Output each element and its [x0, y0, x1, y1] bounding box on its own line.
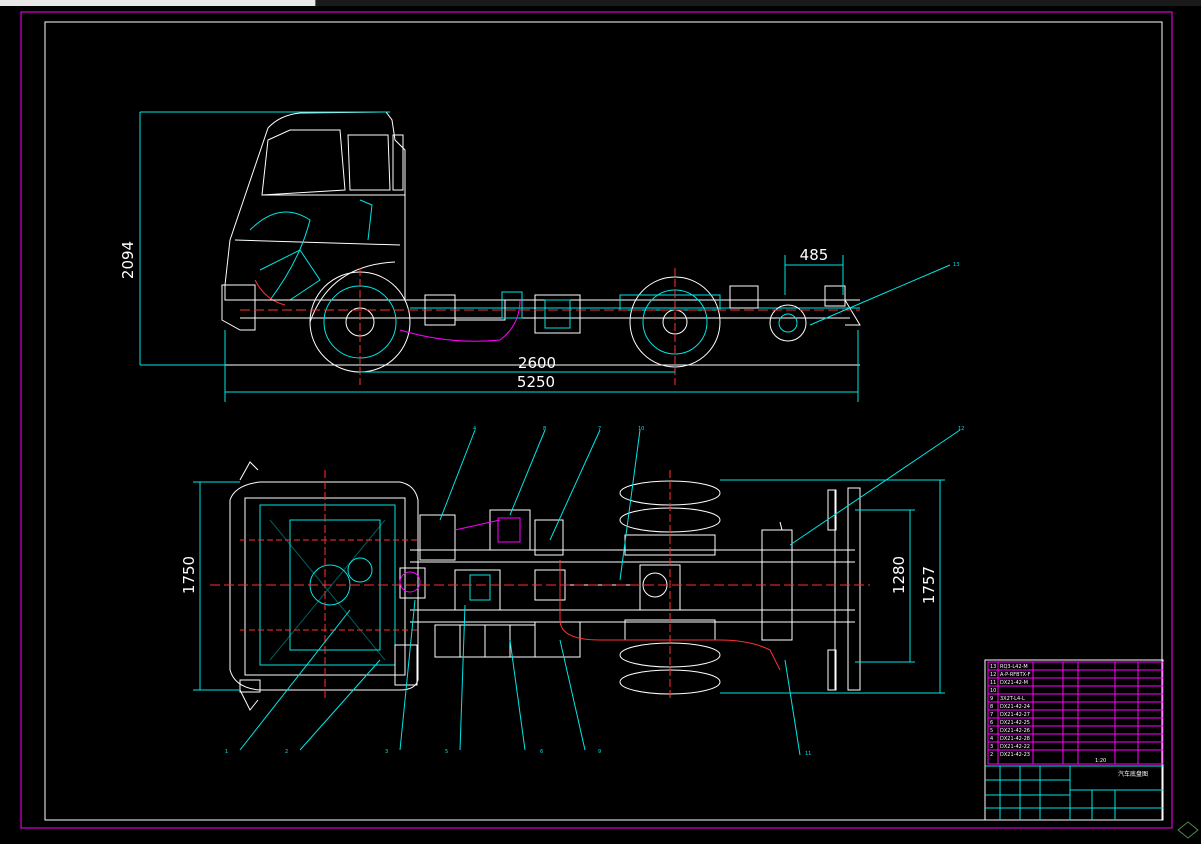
tb-row-code: DX21-42-24	[1000, 704, 1030, 710]
callout-8: 8	[543, 426, 546, 432]
dim-front-track: 1750	[180, 556, 198, 594]
drawing-scale: 1:20	[1095, 758, 1106, 764]
tb-row-code: DX21-42-M	[1000, 680, 1028, 686]
callout-6: 6	[540, 749, 543, 755]
tb-row-no: 4	[990, 736, 993, 742]
compass-icon	[1177, 821, 1199, 839]
drawing-frame	[44, 21, 1163, 821]
callout-10: 10	[638, 426, 644, 432]
tb-row-code: DX21-42-27	[1000, 712, 1030, 718]
dim-cab-height: 2094	[119, 241, 137, 279]
tb-row-no: 7	[990, 712, 993, 718]
tb-row-code: DX21-42-23	[1000, 752, 1030, 758]
tb-row-code: DX21-42-25	[1000, 720, 1030, 726]
callout-11: 11	[805, 751, 811, 757]
callout-3: 3	[385, 749, 388, 755]
dim-overall-length: 5250	[517, 373, 555, 391]
tb-row-no: 2	[990, 752, 993, 758]
tb-row-no: 12	[990, 672, 996, 678]
callout-12: 12	[958, 426, 964, 432]
callout-4: 4	[473, 426, 476, 432]
callout-5: 5	[445, 749, 448, 755]
side-view: 2094 485 2600 5250 13	[119, 111, 959, 402]
tb-row-no: 11	[990, 680, 996, 686]
dim-wheelbase: 2600	[518, 354, 556, 372]
title-block: 13 RQ3-L42-M 12 A-P-RFBTX-F 11 DX21-42-M…	[984, 659, 1164, 821]
tb-row-code: DX21-42-26	[1000, 728, 1030, 734]
callout-1: 1	[225, 749, 228, 755]
cad-drawing: 2094 485 2600 5250 13 1750 1280 1757 1 2…	[20, 11, 1199, 839]
callout-9: 9	[598, 749, 601, 755]
tb-row-no: 8	[990, 704, 993, 710]
callout-2: 2	[285, 749, 288, 755]
tb-row-no: 5	[990, 728, 993, 734]
callout-7: 7	[598, 426, 601, 432]
tb-row-no: 9	[990, 696, 993, 702]
dim-rear-frame-width: 1280	[890, 556, 908, 594]
tb-row-no: 13	[990, 664, 996, 670]
tb-row-code: 3X2T-L4-L	[1000, 696, 1025, 702]
tb-row-code: A-P-RFBTX-F	[1000, 672, 1031, 678]
callout-13: 13	[953, 262, 959, 268]
tb-row-no: 6	[990, 720, 993, 726]
tb-row-code: DX21-42-22	[1000, 744, 1030, 750]
dim-rear-track: 1757	[920, 566, 938, 604]
drawing-title: 汽车底盘图	[1118, 770, 1148, 778]
tb-row-code: DX21-42-28	[1000, 736, 1030, 742]
dim-rear-overhang: 485	[800, 246, 829, 264]
tb-row-code: RQ3-L42-M	[1000, 664, 1028, 670]
tb-row-no: 3	[990, 744, 993, 750]
tb-row-no: 10	[990, 688, 996, 694]
top-view: 1750 1280 1757 1 2 3 4 5 6 8 7 9 10 11 1…	[180, 426, 964, 757]
